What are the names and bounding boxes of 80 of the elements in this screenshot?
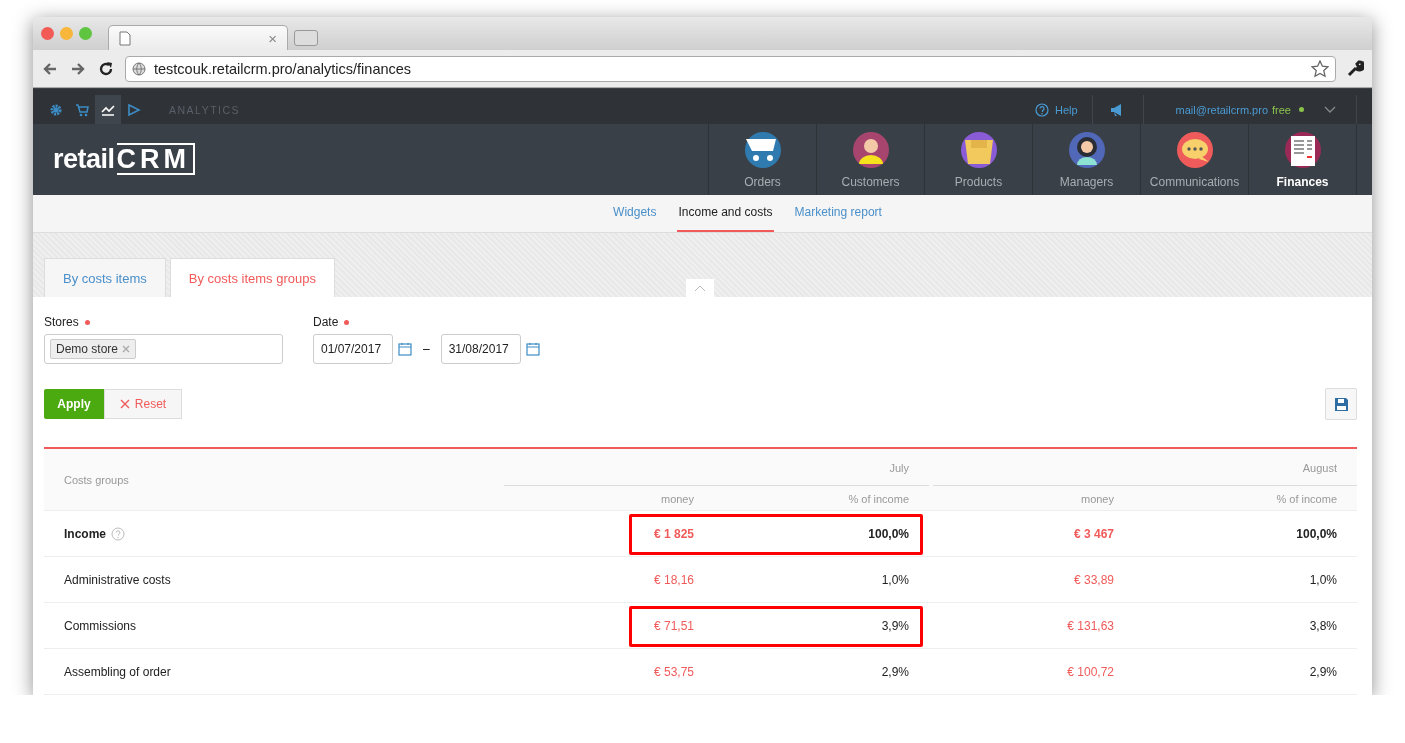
column-header: % of income	[1275, 491, 1338, 507]
reload-icon[interactable]	[97, 59, 115, 78]
globe-icon	[132, 61, 146, 76]
remove-icon[interactable]	[122, 345, 131, 353]
help-icon	[1034, 102, 1049, 117]
field-label: Date	[313, 315, 339, 329]
logo: retailCRM	[53, 143, 196, 176]
box-avatar-icon	[958, 129, 999, 170]
calendar-icon[interactable]	[525, 342, 540, 356]
table-cell-text: 2,9%	[1308, 664, 1338, 679]
table-cell-text: 1,0%	[1308, 572, 1338, 587]
range-separator: –	[423, 342, 430, 356]
close-icon	[119, 399, 130, 409]
play-icon[interactable]	[127, 102, 141, 117]
chat-bubble-icon	[1174, 129, 1215, 170]
table-cell: Assembling of order	[64, 664, 171, 679]
table-cell-text: € 53,75	[652, 664, 695, 679]
nav-item[interactable]: Communications	[1140, 124, 1248, 195]
table-cell-text: € 33,89	[1072, 572, 1115, 587]
plan-label: free	[1272, 103, 1291, 116]
tab[interactable]: By costs items	[44, 258, 166, 297]
nav-item[interactable]: Customers	[816, 124, 924, 195]
stores-field[interactable]: Demo store	[44, 334, 283, 364]
user-email[interactable]: mail@retailcrm.pro	[1175, 103, 1269, 116]
table-cell-text: € 131,63	[1066, 618, 1115, 633]
cart-avatar-icon	[742, 129, 783, 170]
table-cell-text: 1,0%	[880, 572, 910, 587]
field-label: Stores	[44, 315, 79, 329]
cart-icon[interactable]	[75, 102, 89, 117]
table-cell-text: € 100,72	[1066, 664, 1115, 679]
chevron-up-icon	[694, 284, 706, 292]
table-cell-text: € 3 467	[1072, 526, 1115, 541]
column-header: August	[933, 449, 1357, 486]
table-cell: Income	[64, 526, 106, 541]
subnav-link[interactable]: Marketing report	[793, 194, 883, 232]
nav-item[interactable]: Products	[924, 124, 1032, 195]
column-header: Costs groups	[63, 473, 130, 486]
nav-item[interactable]: Orders	[708, 124, 816, 195]
table-cell: Administrative costs	[64, 572, 171, 587]
required-dot	[344, 319, 350, 325]
column-header: % of income	[847, 491, 910, 507]
apply-button[interactable]: Apply	[44, 389, 104, 419]
nav-item[interactable]: Managers	[1032, 124, 1140, 195]
store-tag: Demo store	[50, 339, 137, 359]
date-field[interactable]: 31/08/2017	[440, 334, 521, 364]
person-avatar-icon	[850, 129, 891, 170]
star-icon[interactable]	[1311, 59, 1329, 78]
new-tab-button[interactable]	[294, 30, 318, 47]
table-cell-text: 3,8%	[1308, 618, 1338, 633]
chevron-down-icon[interactable]	[1324, 105, 1336, 114]
chart-line-icon[interactable]	[101, 102, 115, 117]
tab-close-button[interactable]: ×	[268, 29, 277, 47]
page-icon	[119, 30, 131, 46]
calendar-icon[interactable]	[398, 342, 412, 356]
table-cell-text: € 1 825	[652, 526, 695, 541]
table-cell-text: € 18,16	[652, 572, 695, 587]
reset-button[interactable]: Reset	[104, 389, 182, 419]
column-header: money	[1079, 491, 1115, 507]
nav-item[interactable]: Finances	[1248, 124, 1357, 195]
wrench-icon[interactable]	[1346, 59, 1364, 78]
browser-tab[interactable]: ×	[108, 25, 288, 51]
table-cell-text: 2,9%	[880, 664, 910, 679]
column-header: money	[659, 491, 695, 507]
tab[interactable]: By costs items groups	[169, 258, 335, 297]
required-dot	[84, 319, 90, 325]
table-cell-text: € 71,51	[652, 618, 695, 633]
table-cell: Commissions	[64, 618, 136, 633]
table-cell-text: 100,0%	[867, 526, 910, 541]
table-cell-text: 3,9%	[880, 618, 910, 633]
save-icon	[1334, 397, 1348, 411]
column-header: July	[504, 449, 929, 486]
address-bar[interactable]: testcouk.retailcrm.pro/analytics/finances	[125, 55, 1336, 82]
date-field[interactable]: 01/07/2017	[313, 334, 393, 364]
window-control-button[interactable]	[41, 27, 54, 41]
document-icon	[1282, 129, 1323, 170]
save-button[interactable]	[1325, 388, 1357, 420]
status-dot	[1299, 107, 1304, 113]
table-cell-text: 100,0%	[1295, 526, 1338, 541]
subnav-link[interactable]: Widgets	[612, 194, 658, 232]
person-avatar-icon	[1066, 129, 1107, 170]
